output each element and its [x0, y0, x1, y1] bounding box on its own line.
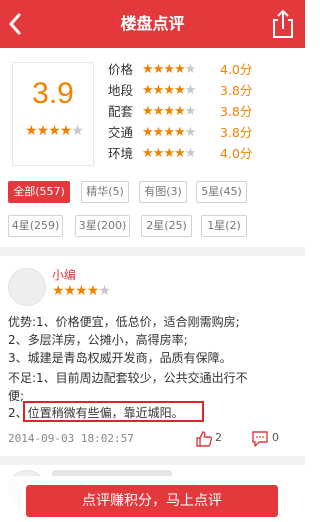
star-filled-icon: ★ — [52, 283, 65, 299]
rating-row: 环境 ★★★★★ 4.0分 — [108, 144, 298, 164]
filter-tag[interactable]: 3星(200) — [75, 215, 130, 237]
write-review-button[interactable]: 点评赚积分，马上点评 — [26, 485, 278, 517]
rating-value: 3.8分 — [220, 104, 253, 119]
star-empty-icon: ★ — [98, 283, 111, 299]
rating-stars: ★★★★★ — [142, 144, 197, 164]
star-empty-icon: ★ — [71, 123, 84, 139]
star-filled-icon: ★ — [63, 283, 77, 299]
rating-row: 交通 ★★★★★ 3.8分 — [108, 123, 298, 143]
comment-button[interactable]: 0 — [251, 430, 291, 448]
filter-tag[interactable]: 1星(2) — [201, 215, 247, 237]
filter-tag[interactable]: 精华(5) — [81, 181, 129, 203]
header-bar: 楼盘点评 — [0, 0, 305, 48]
rating-stars: ★★★★★ — [142, 123, 197, 143]
highlight-box — [23, 401, 204, 422]
star-filled-icon: ★ — [173, 125, 186, 140]
review-pros-line: 3、城建是青岛权威开发商，品质有保障。 — [8, 351, 232, 365]
star-filled-icon: ★ — [142, 62, 154, 77]
filter-tag[interactable]: 有图(3) — [139, 181, 187, 203]
star-filled-icon: ★ — [173, 104, 186, 119]
star-filled-icon: ★ — [25, 123, 38, 139]
star-filled-icon: ★ — [142, 125, 154, 140]
star-filled-icon: ★ — [163, 62, 175, 77]
review-pros-line: 2、多层洋房，公摊小，高得房率; — [8, 333, 188, 347]
star-filled-icon: ★ — [152, 125, 165, 140]
star-filled-icon: ★ — [163, 125, 175, 140]
rating-value: 3.8分 — [220, 83, 253, 98]
review-pros-line: 优势:1、价格便宜，低总价，适合刚需购房; — [8, 315, 240, 329]
rating-label: 交通 — [108, 125, 134, 140]
filter-tag[interactable]: 5星(45) — [196, 181, 247, 203]
review-date: 2014-09-03 18:02:57 — [8, 432, 134, 445]
rating-label: 配套 — [108, 104, 134, 119]
filter-tag[interactable]: 全部(557) — [8, 181, 70, 203]
avatar[interactable] — [8, 268, 46, 306]
rating-value: 4.0分 — [220, 146, 253, 161]
like-button[interactable]: 2 — [195, 430, 235, 448]
star-filled-icon: ★ — [142, 83, 154, 98]
star-filled-icon: ★ — [142, 146, 154, 161]
rating-label: 环境 — [108, 146, 134, 161]
rating-stars: ★★★★★ — [142, 102, 197, 122]
like-count: 2 — [215, 431, 222, 444]
rating-label: 价格 — [108, 62, 134, 77]
review-author[interactable]: 小编 — [52, 266, 76, 283]
star-filled-icon: ★ — [36, 123, 50, 139]
star-empty-icon: ★ — [184, 125, 197, 140]
rating-value: 4.0分 — [220, 62, 253, 77]
overall-score-box: 3.9 ★★★★★ — [12, 62, 94, 166]
rating-stars: ★★★★★ — [142, 81, 197, 101]
star-empty-icon: ★ — [184, 146, 197, 161]
review-stars: ★★★★★ — [52, 283, 111, 299]
thumbs-up-icon — [196, 431, 213, 447]
overall-stars: ★★★★★ — [18, 123, 90, 139]
star-empty-icon: ★ — [184, 62, 197, 77]
star-empty-icon: ★ — [184, 83, 197, 98]
star-filled-icon: ★ — [152, 62, 165, 77]
share-icon — [273, 9, 293, 38]
star-empty-icon: ★ — [184, 104, 197, 119]
star-filled-icon: ★ — [163, 83, 175, 98]
star-filled-icon: ★ — [163, 146, 175, 161]
rating-row: 价格 ★★★★★ 4.0分 — [108, 60, 298, 80]
rating-label: 地段 — [108, 83, 134, 98]
comment-icon — [252, 431, 268, 447]
star-filled-icon: ★ — [152, 104, 165, 119]
star-filled-icon: ★ — [86, 283, 100, 299]
rating-row: 地段 ★★★★★ 3.8分 — [108, 81, 298, 101]
page-title: 楼盘点评 — [120, 14, 185, 33]
rating-row: 配套 ★★★★★ 3.8分 — [108, 102, 298, 122]
star-filled-icon: ★ — [173, 146, 186, 161]
star-filled-icon: ★ — [75, 283, 88, 299]
star-filled-icon: ★ — [152, 83, 165, 98]
star-filled-icon: ★ — [59, 123, 73, 139]
filter-tag[interactable]: 4星(259) — [8, 215, 63, 237]
review-cons-line: 便; — [8, 389, 25, 403]
review-cons-line: 不足:1、目前周边配套较少，公共交通出行不 — [8, 371, 248, 385]
filter-tag[interactable]: 2星(25) — [141, 215, 192, 237]
star-filled-icon: ★ — [163, 104, 175, 119]
share-button[interactable] — [269, 8, 297, 40]
star-filled-icon: ★ — [152, 146, 165, 161]
comment-count: 0 — [272, 431, 279, 444]
star-filled-icon: ★ — [173, 62, 186, 77]
rating-value: 3.8分 — [220, 125, 253, 140]
star-filled-icon: ★ — [48, 123, 61, 139]
section-divider — [0, 247, 305, 256]
star-filled-icon: ★ — [142, 104, 154, 119]
overall-score: 3.9 — [32, 77, 74, 110]
section-divider — [0, 456, 305, 465]
star-filled-icon: ★ — [173, 83, 186, 98]
rating-stars: ★★★★★ — [142, 60, 197, 80]
